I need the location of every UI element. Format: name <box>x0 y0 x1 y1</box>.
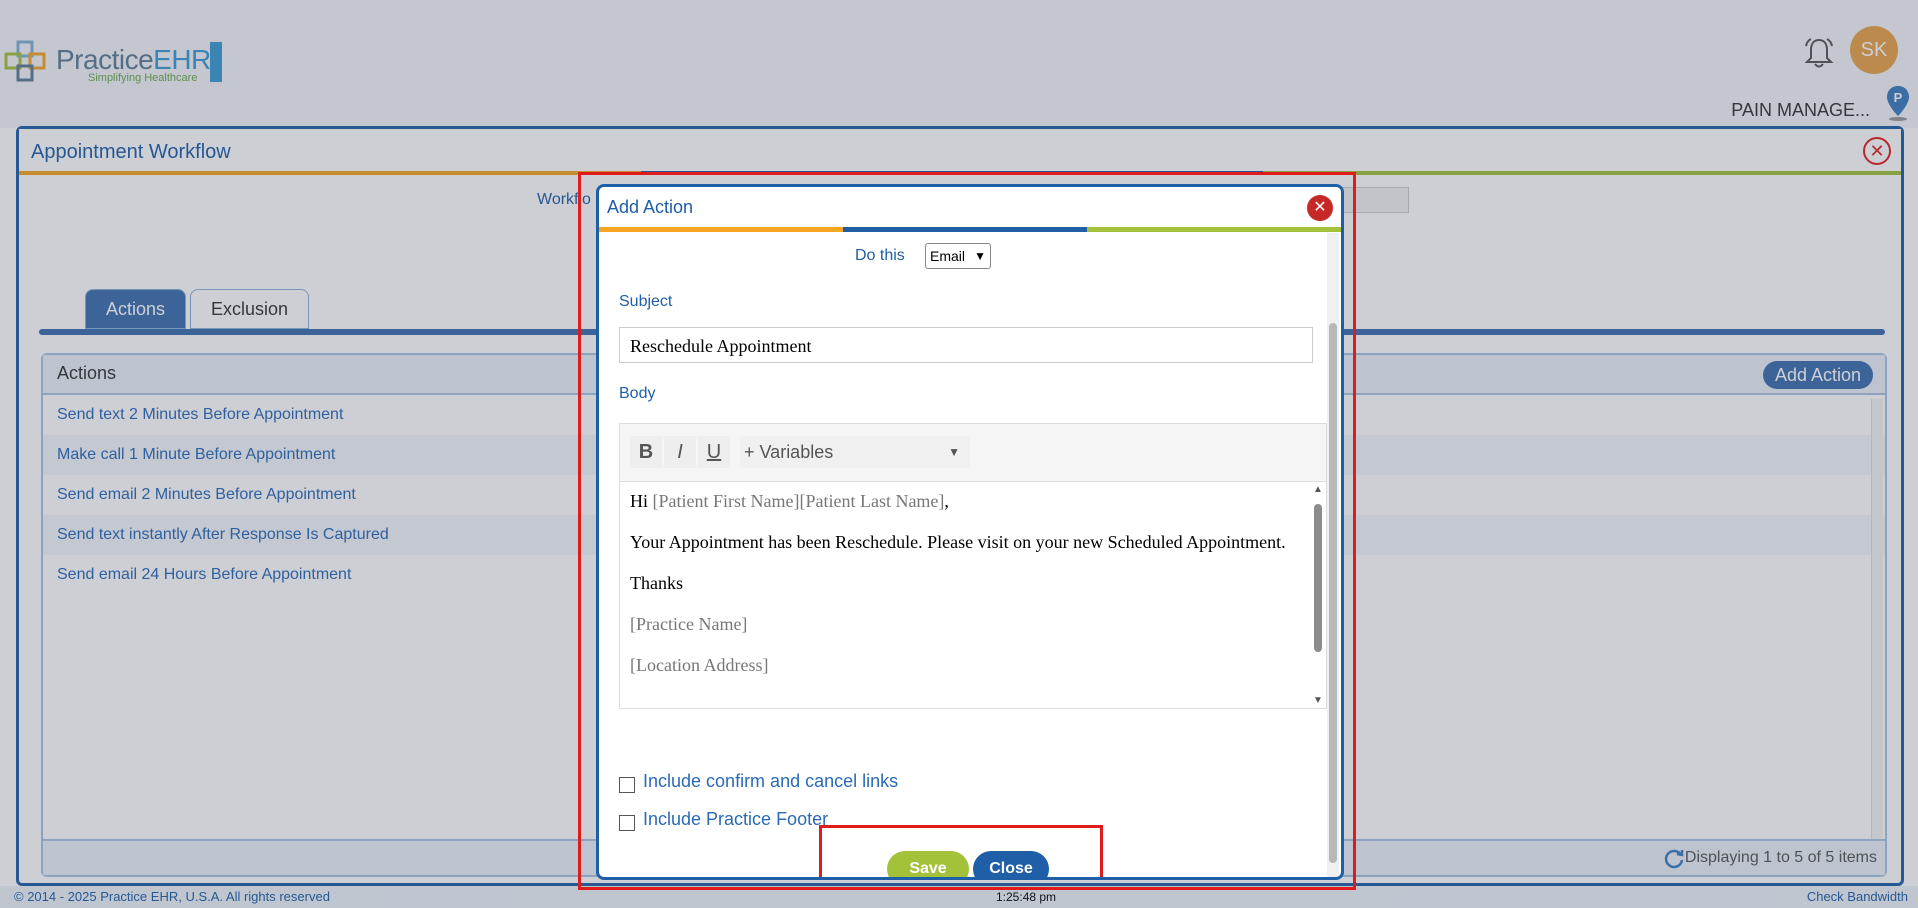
editor-scrollbar[interactable]: ▲ ▼ <box>1310 482 1326 708</box>
location-address-variable: [Location Address] <box>630 655 769 675</box>
do-this-select[interactable]: Email ▼ <box>925 243 991 269</box>
subject-input[interactable]: Reschedule Appointment <box>619 327 1313 363</box>
dialog-scrollbar[interactable] <box>1327 233 1339 877</box>
body-label: Body <box>619 385 656 402</box>
dialog-header: Add Action ✕ <box>599 187 1341 232</box>
stripe-blue <box>843 227 1087 232</box>
stripe-green <box>1087 227 1341 232</box>
body-line: Thanks <box>630 573 683 593</box>
chevron-down-icon: ▼ <box>974 249 986 263</box>
body-greeting: Hi [Patient First Name][Patient Last Nam… <box>630 490 1300 513</box>
dialog-title: Add Action <box>607 197 694 217</box>
dialog-close-icon[interactable]: ✕ <box>1307 195 1333 221</box>
confirm-cancel-links-checkbox[interactable] <box>619 777 635 793</box>
add-action-dialog: Add Action ✕ Do this Email ▼ Subject Res… <box>596 184 1344 880</box>
save-button[interactable]: Save <box>887 851 969 877</box>
dialog-scroll-thumb[interactable] <box>1329 323 1337 863</box>
stripe-orange <box>599 227 843 232</box>
do-this-label: Do this <box>855 247 905 264</box>
bold-button[interactable]: B <box>630 436 662 468</box>
body-line: Your Appointment has been Reschedule. Pl… <box>630 532 1286 552</box>
patient-name-variables: [Patient First Name][Patient Last Name] <box>652 491 945 511</box>
close-button[interactable]: Close <box>973 851 1049 877</box>
italic-button[interactable]: I <box>664 436 696 468</box>
body-editor: B I U + Variables ▼ Hi [Patient First Na… <box>619 423 1327 709</box>
variables-dropdown[interactable]: + Variables ▼ <box>740 436 970 468</box>
practice-name-variable: [Practice Name] <box>630 614 748 634</box>
editor-content[interactable]: Hi [Patient First Name][Patient Last Nam… <box>620 482 1310 708</box>
editor-toolbar: B I U + Variables ▼ <box>620 424 1326 482</box>
editor-scroll-thumb[interactable] <box>1314 504 1322 652</box>
dialog-body: Do this Email ▼ Subject Reschedule Appoi… <box>599 233 1329 877</box>
do-this-value: Email <box>930 248 966 264</box>
practice-footer-checkbox[interactable] <box>619 815 635 831</box>
scroll-down-icon[interactable]: ▼ <box>1313 695 1323 706</box>
scroll-up-icon[interactable]: ▲ <box>1313 484 1323 495</box>
confirm-cancel-links-label[interactable]: Include confirm and cancel links <box>643 771 898 792</box>
greeting-text: Hi <box>630 491 653 511</box>
underline-button[interactable]: U <box>698 436 730 468</box>
chevron-down-icon: ▼ <box>948 445 960 459</box>
variables-label: + Variables <box>744 442 834 462</box>
practice-footer-label[interactable]: Include Practice Footer <box>643 809 828 830</box>
subject-label: Subject <box>619 293 673 310</box>
greeting-end: , <box>944 491 949 511</box>
